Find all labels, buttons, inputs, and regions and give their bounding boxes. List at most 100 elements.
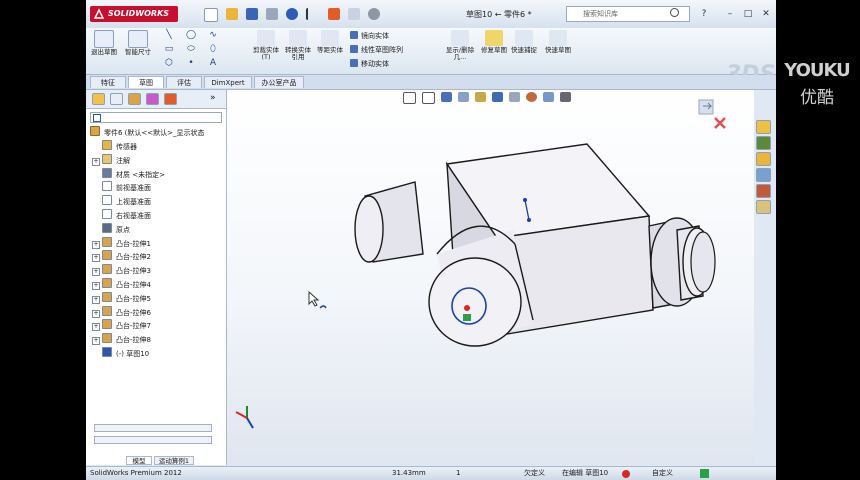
help-icon[interactable]: ?	[698, 8, 710, 20]
help-status-icon[interactable]	[700, 469, 709, 478]
feature-tree-item[interactable]: 前视基准面	[92, 181, 151, 193]
zoom-area-icon[interactable]	[422, 92, 435, 104]
expand-toggle-icon[interactable]: +	[92, 282, 100, 290]
feature-tree-item[interactable]: + 凸台-拉伸5	[92, 291, 151, 304]
offset-entities-button[interactable]: 等距实体	[316, 30, 344, 70]
tab-features[interactable]: 特征	[90, 76, 126, 88]
search-icon[interactable]	[670, 8, 679, 17]
feature-tree-item[interactable]: + 凸台-拉伸2	[92, 250, 151, 263]
rapid-sketch-button[interactable]: 快速草图	[544, 30, 572, 70]
expand-toggle-icon[interactable]: +	[92, 157, 100, 166]
hide-show-items-icon[interactable]	[509, 92, 520, 102]
view-orientation-icon[interactable]	[475, 92, 486, 102]
section-view-icon[interactable]	[458, 92, 469, 102]
point-icon[interactable]: •	[186, 58, 196, 68]
tab-evaluate[interactable]: 评估	[166, 76, 202, 88]
feature-manager-tab-icon[interactable]	[92, 93, 105, 105]
scrollbar-track-top[interactable]	[94, 424, 212, 432]
feature-tree-item[interactable]: + 凸台-拉伸7	[92, 319, 151, 332]
exit-sketch-corner-icon[interactable]	[698, 99, 714, 115]
solidworks-resources-icon[interactable]	[756, 120, 771, 134]
linear-pattern-button[interactable]: 线性草图阵列	[350, 45, 403, 55]
scrollbar-track-bottom[interactable]	[94, 436, 212, 444]
move-entities-button[interactable]: 移动实体	[350, 59, 389, 69]
slot-icon[interactable]: ⬭	[186, 44, 196, 54]
expand-toggle-icon[interactable]: +	[92, 323, 100, 332]
quick-snaps-button[interactable]: 快速捕捉	[510, 30, 538, 70]
restore-button[interactable]: □	[742, 8, 754, 20]
apply-scene-icon[interactable]	[543, 92, 554, 102]
unit-system[interactable]: 自定义	[652, 467, 673, 480]
feature-tree-item[interactable]: + 凸台-拉伸3	[92, 264, 151, 277]
feature-tree-item[interactable]: 上视基准面	[92, 195, 151, 207]
feature-tree-item[interactable]: 右视基准面	[92, 209, 151, 221]
expand-toggle-icon[interactable]: +	[92, 337, 100, 346]
display-style-icon[interactable]	[492, 92, 503, 102]
undo-icon[interactable]	[286, 8, 298, 20]
minimize-button[interactable]: –	[724, 8, 736, 20]
feature-tree-item[interactable]: 材质 <未指定>	[92, 167, 165, 180]
appearances-icon[interactable]	[756, 184, 771, 198]
feature-tree-item[interactable]: + 凸台-拉伸1	[92, 236, 151, 249]
tab-sketch[interactable]: 草图	[128, 76, 164, 88]
circle-icon[interactable]: ◯	[186, 30, 196, 40]
feature-tree-item[interactable]: (-) 草图10	[92, 347, 149, 359]
exit-sketch-button[interactable]: 退出草图	[90, 30, 118, 70]
tab-motion-study[interactable]: 运动算例1	[154, 456, 194, 465]
text-icon[interactable]: A	[208, 58, 218, 68]
view-settings-icon[interactable]	[560, 92, 571, 102]
ellipse-icon[interactable]: ⬯	[208, 44, 218, 54]
feature-tree-root[interactable]: 零件6 (默认<<默认>_显示状态	[90, 126, 205, 138]
graphics-area[interactable]	[227, 90, 754, 465]
expand-toggle-icon[interactable]: +	[92, 240, 100, 249]
close-button[interactable]: ✕	[760, 8, 772, 20]
dimxpert-manager-tab-icon[interactable]	[146, 93, 159, 105]
view-palette-icon[interactable]	[756, 168, 771, 182]
configuration-manager-tab-icon[interactable]	[128, 93, 141, 105]
feature-tree-item[interactable]: 传感器	[92, 140, 137, 152]
feature-tree-item[interactable]: + 凸台-拉伸8	[92, 333, 151, 346]
options-icon[interactable]	[368, 8, 380, 20]
feature-tree-filter[interactable]	[90, 112, 222, 123]
expand-toggle-icon[interactable]: +	[92, 268, 100, 277]
feature-tree-item[interactable]: + 凸台-拉伸6	[92, 305, 151, 318]
previous-view-icon[interactable]	[441, 92, 452, 102]
open-folder-icon[interactable]	[226, 8, 238, 20]
rectangle-icon[interactable]: ▭	[164, 44, 174, 54]
design-library-icon[interactable]	[756, 136, 771, 150]
tab-dimxpert[interactable]: DimXpert	[204, 76, 252, 88]
tab-model[interactable]: 模型	[126, 456, 152, 465]
display-relations-button[interactable]: 显示/删除几...	[444, 30, 476, 70]
edit-appearance-icon[interactable]	[526, 92, 537, 102]
print-icon[interactable]	[266, 8, 278, 20]
custom-properties-icon[interactable]	[756, 200, 771, 214]
solidworks-logo[interactable]: SOLIDWORKS	[90, 6, 178, 22]
expand-toggle-icon[interactable]: +	[92, 254, 100, 263]
spline-icon[interactable]: ∿	[208, 30, 218, 40]
select-arrow-icon[interactable]	[306, 8, 320, 20]
display-manager-tab-icon[interactable]	[164, 93, 177, 105]
rebuild-indicator-icon[interactable]	[622, 470, 630, 478]
mirror-entities-button[interactable]: 镜向实体	[350, 31, 389, 41]
smart-dimension-button[interactable]: 智能尺寸	[124, 30, 152, 70]
trim-entities-button[interactable]: 剪裁实体(T)	[252, 30, 280, 70]
save-icon[interactable]	[246, 8, 258, 20]
convert-entities-button[interactable]: 转换实体引用	[284, 30, 312, 70]
horizontal-scrollbars[interactable]	[94, 424, 212, 446]
zoom-to-fit-icon[interactable]	[403, 92, 416, 104]
expand-toggle-icon[interactable]: +	[92, 309, 100, 318]
expand-toggle-icon[interactable]: +	[92, 295, 100, 304]
feature-tree-item[interactable]: + 注解	[92, 153, 130, 166]
new-document-icon[interactable]	[204, 8, 218, 22]
property-manager-tab-icon[interactable]	[110, 93, 123, 105]
polygon-icon[interactable]: ⬡	[164, 58, 174, 68]
expand-panel-icon[interactable]: »	[210, 93, 216, 103]
feature-tree-item[interactable]: + 凸台-拉伸4	[92, 278, 151, 290]
repair-sketch-button[interactable]: 修复草图	[480, 30, 508, 70]
file-explorer-icon[interactable]	[756, 152, 771, 166]
tab-office-products[interactable]: 办公室产品	[254, 76, 304, 88]
feature-tree-item[interactable]: 原点	[92, 222, 130, 235]
file-properties-icon[interactable]	[348, 8, 360, 20]
line-icon[interactable]: ╲	[164, 30, 174, 40]
cancel-sketch-icon[interactable]	[714, 117, 726, 129]
